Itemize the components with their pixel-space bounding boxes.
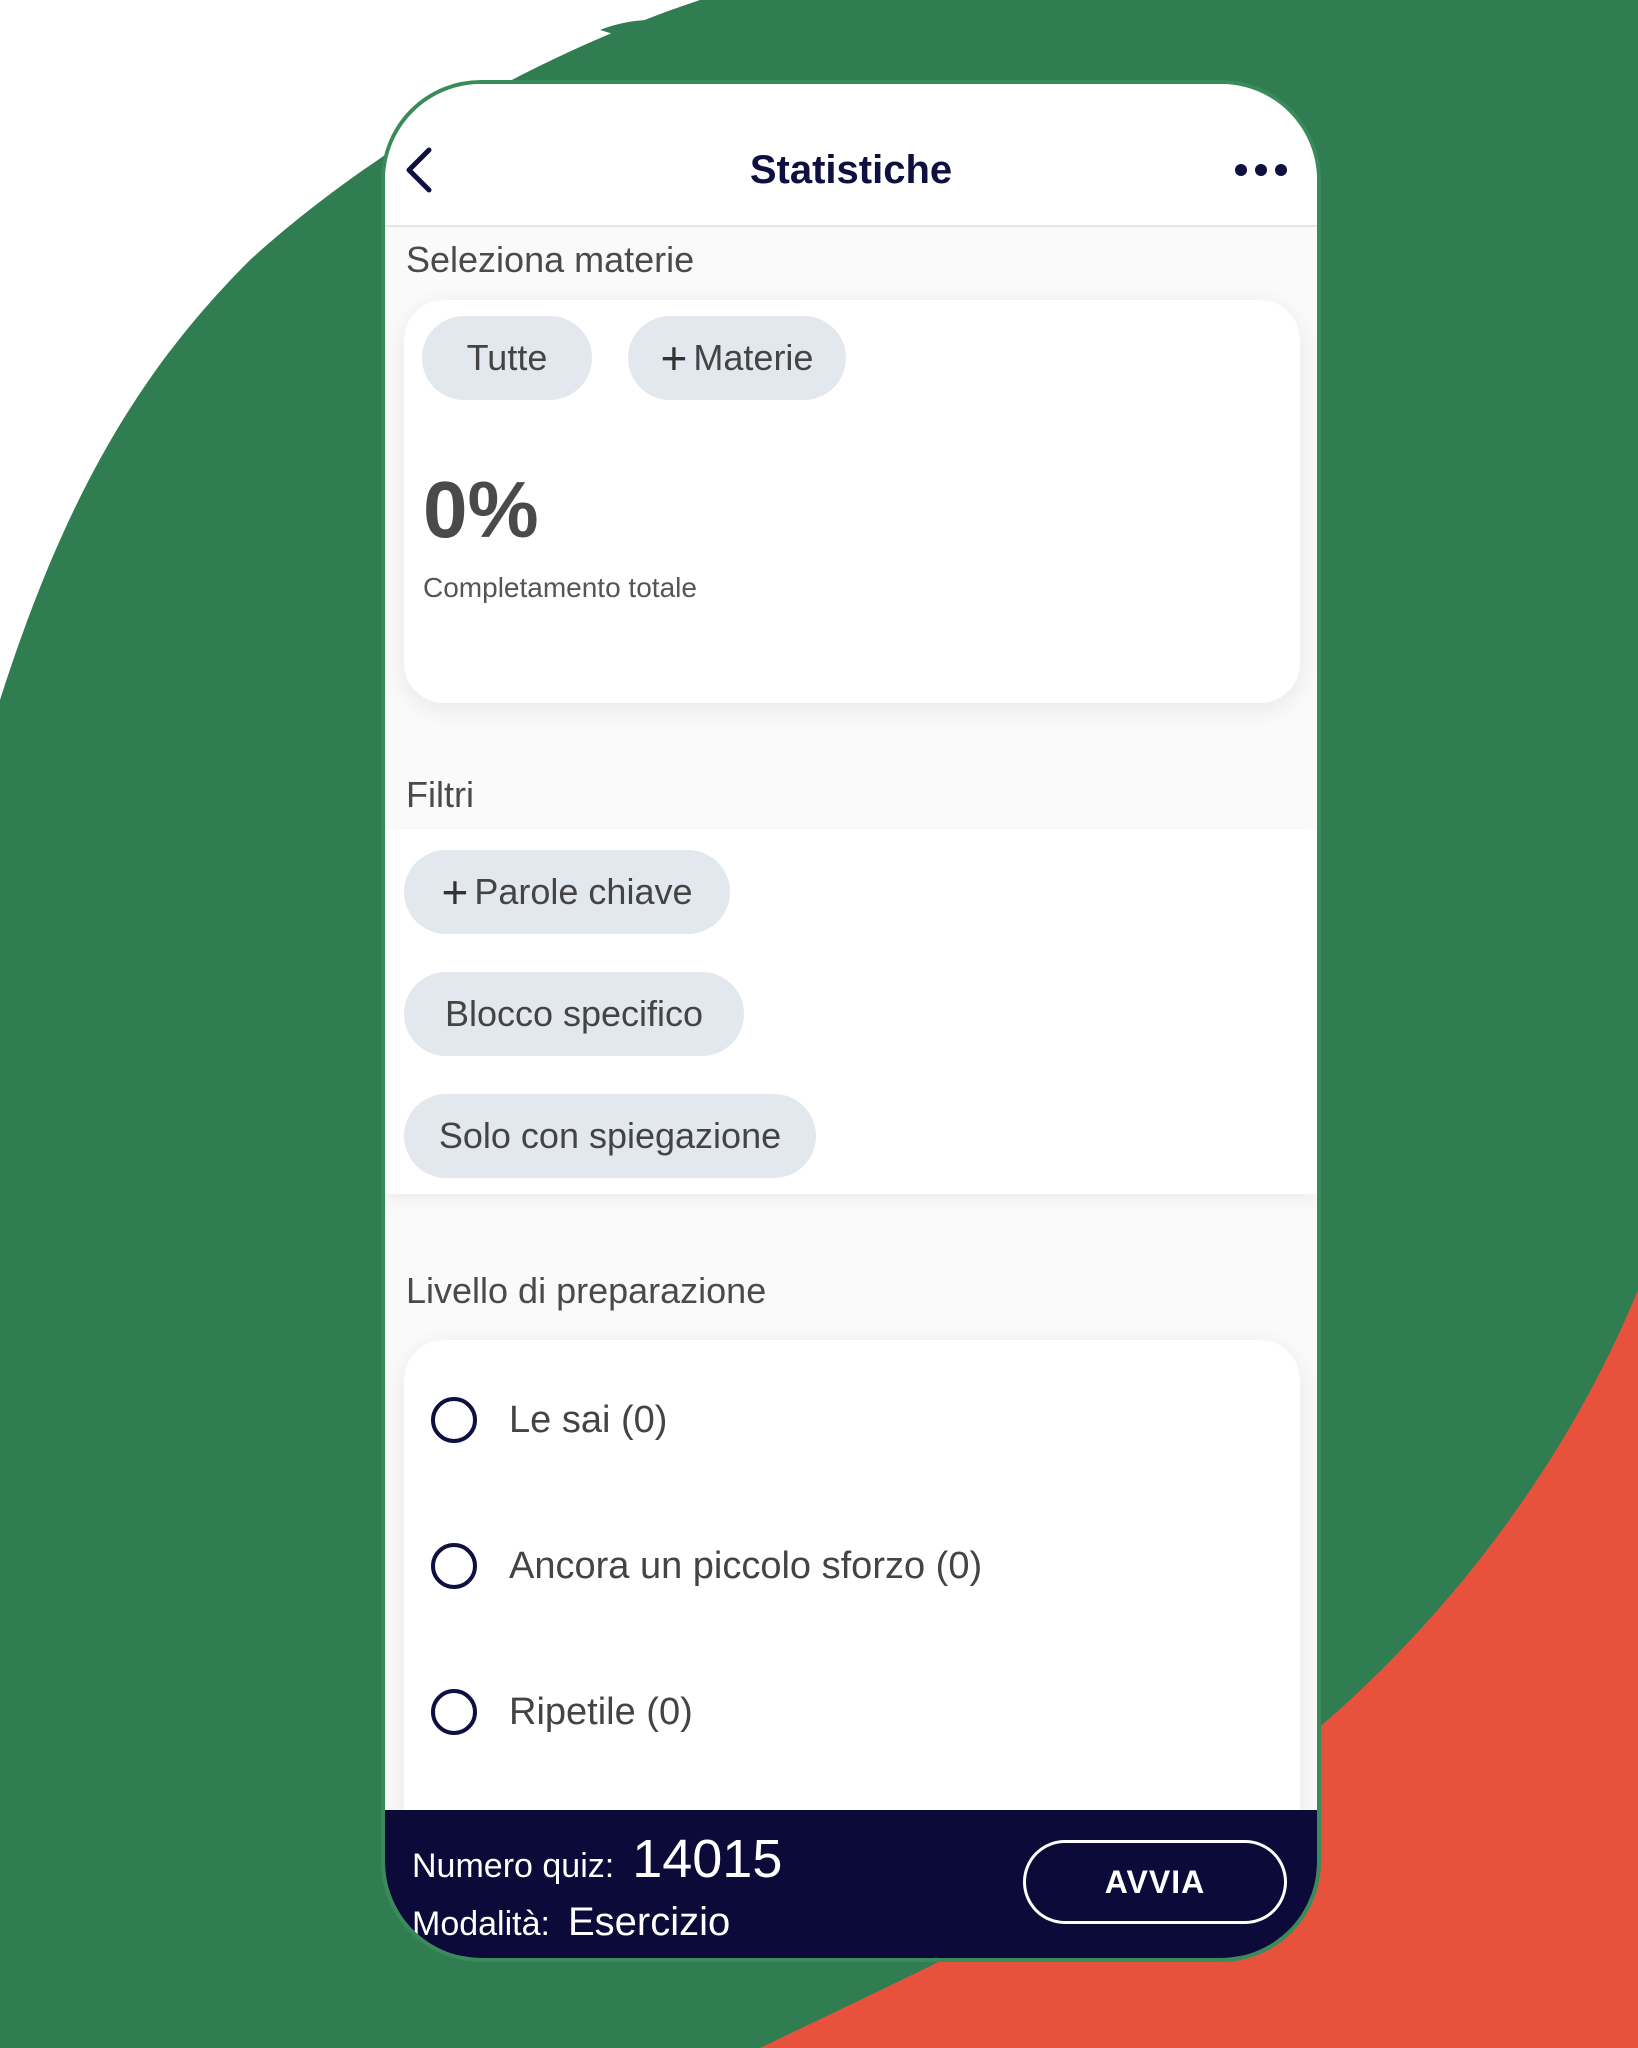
preparation-option[interactable]: Ancora un piccolo sforzo (0) (431, 1536, 982, 1596)
preparation-option-label: Ancora un piccolo sforzo (0) (509, 1544, 983, 1587)
preparation-card: Le sai (0) Ancora un piccolo sforzo (0) … (404, 1340, 1300, 1860)
filters-panel: + Parole chiave Blocco specifico Solo co… (385, 829, 1317, 1194)
phone-frame: Statistiche Seleziona materie Tutte + Ma… (381, 80, 1321, 1962)
quiz-count-value: 14015 (632, 1829, 783, 1889)
plus-icon: + (441, 866, 469, 918)
radio-button-icon[interactable] (431, 1689, 477, 1735)
subjects-section-label: Seleziona materie (406, 239, 695, 280)
completion-percentage: 0% (423, 465, 539, 554)
preparation-option-label: Le sai (0) (509, 1398, 668, 1441)
mode-value: Esercizio (567, 1900, 731, 1944)
explanation-only-filter-chip[interactable]: Solo con spiegazione (404, 1094, 816, 1178)
page-title: Statistiche (749, 148, 953, 192)
more-options-icon[interactable] (1233, 160, 1289, 180)
add-subjects-label: Materie (693, 337, 814, 378)
quiz-count-row: Numero quiz: 14015 (412, 1828, 782, 1890)
preparation-option-label: Ripetile (0) (509, 1690, 693, 1733)
filters-section-label: Filtri (406, 774, 474, 815)
keywords-filter-label: Parole chiave (474, 871, 693, 912)
completion-label: Completamento totale (423, 572, 697, 603)
quiz-count-label: Numero quiz: (412, 1847, 615, 1885)
mode-label: Modalità: (412, 1905, 550, 1943)
preparation-section-label: Livello di preparazione (406, 1270, 767, 1311)
start-button[interactable]: AVVIA (1023, 1840, 1287, 1924)
nav-header: Statistiche (385, 84, 1317, 227)
preparation-option[interactable]: Ripetile (0) (431, 1682, 693, 1742)
quiz-summary-bar: Numero quiz: 14015 Modalità: Esercizio A… (385, 1810, 1317, 1958)
subjects-card: Tutte + Materie 0% Completamento totale (404, 300, 1300, 703)
preparation-option[interactable]: Le sai (0) (431, 1390, 667, 1450)
radio-button-icon[interactable] (431, 1543, 477, 1589)
add-subjects-chip[interactable]: + Materie (628, 316, 846, 400)
keywords-filter-chip[interactable]: + Parole chiave (404, 850, 730, 934)
radio-button-icon[interactable] (431, 1397, 477, 1443)
mode-row: Modalità: Esercizio (412, 1900, 730, 1945)
plus-icon: + (660, 332, 688, 384)
specific-block-filter-chip[interactable]: Blocco specifico (404, 972, 744, 1056)
chip-all-subjects[interactable]: Tutte (422, 316, 592, 400)
